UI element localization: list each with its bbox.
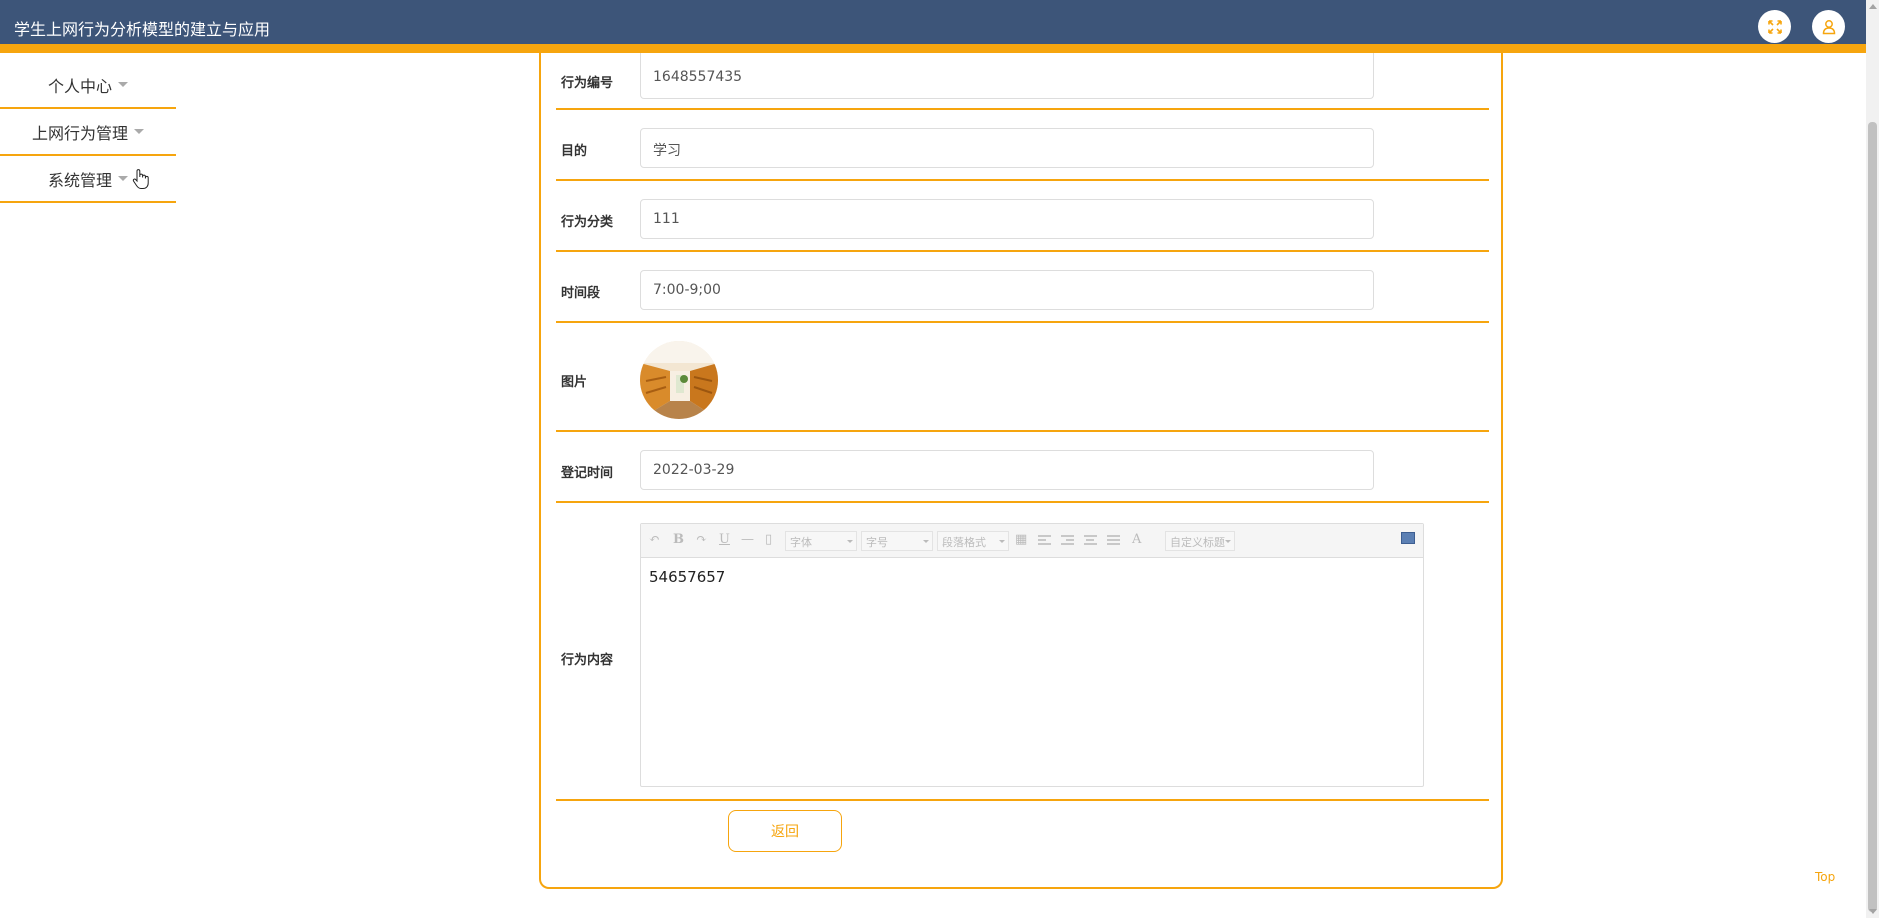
caret-down-icon: [118, 176, 128, 181]
horizontal-rule-icon[interactable]: —: [741, 532, 754, 547]
picture-label: 图片: [561, 375, 588, 390]
sidebar-item-label: 个人中心: [47, 76, 112, 96]
content-row: 行为内容 ↶ B ↷ U — ▯ 字体 字号 段落格式 ▦ A 自定义标题 54…: [556, 503, 1489, 801]
fullscreen-button[interactable]: [1758, 10, 1791, 43]
picture-row: 图片: [556, 323, 1489, 432]
page-icon[interactable]: ▯: [765, 532, 772, 547]
scroll-down-arrow-icon[interactable]: [1869, 909, 1877, 914]
redo-icon[interactable]: ↷: [696, 532, 707, 547]
user-menu-button[interactable]: [1812, 10, 1845, 43]
bold-icon[interactable]: B: [673, 532, 684, 547]
category-row: 行为分类 111: [556, 181, 1489, 252]
scroll-thumb[interactable]: [1868, 122, 1877, 912]
behavior-picture: [640, 341, 718, 419]
back-button[interactable]: 返回: [728, 810, 842, 852]
behavior-no-field[interactable]: 1648557435: [640, 53, 1374, 99]
register-time-label: 登记时间: [561, 466, 614, 481]
sidebar-item-label: 上网行为管理: [31, 123, 128, 143]
align-justify-icon[interactable]: [1107, 535, 1120, 545]
sidebar-item-personal-center[interactable]: 个人中心: [0, 62, 176, 109]
app-title: 学生上网行为分析模型的建立与应用: [14, 20, 271, 39]
editor-fullscreen-icon[interactable]: [1401, 532, 1415, 544]
content-label: 行为内容: [561, 653, 614, 668]
sidebar-item-behavior-management[interactable]: 上网行为管理: [0, 109, 176, 156]
purpose-row: 目的 学习: [556, 110, 1489, 181]
undo-icon[interactable]: ↶: [649, 532, 660, 547]
category-field[interactable]: 111: [640, 199, 1374, 239]
caret-down-icon: [134, 129, 144, 134]
caret-down-icon: [118, 82, 128, 87]
font-color-icon[interactable]: A: [1132, 532, 1141, 547]
time-period-label: 时间段: [561, 286, 601, 301]
font-size-select[interactable]: 字号: [861, 531, 933, 551]
category-label: 行为分类: [561, 215, 614, 230]
fullscreen-icon: [1767, 19, 1782, 34]
editor-content[interactable]: 54657657: [641, 558, 1423, 596]
paragraph-format-select[interactable]: 段落格式: [937, 531, 1009, 551]
sidebar-item-label: 系统管理: [47, 170, 112, 190]
rich-text-editor[interactable]: ↶ B ↷ U — ▯ 字体 字号 段落格式 ▦ A 自定义标题 5465765…: [640, 523, 1424, 787]
behavior-no-row: 行为编号 1648557435: [556, 53, 1489, 110]
table-icon[interactable]: ▦: [1015, 532, 1027, 547]
purpose-label: 目的: [561, 144, 588, 159]
picture-thumbnail: [640, 341, 718, 419]
purpose-field[interactable]: 学习: [640, 128, 1374, 168]
underline-icon[interactable]: U: [719, 532, 730, 547]
detail-panel: 行为编号 1648557435 目的 学习 行为分类 111 时间段 7:00-…: [539, 53, 1503, 889]
back-to-top-link[interactable]: Top: [1815, 870, 1835, 884]
editor-toolbar: ↶ B ↷ U — ▯ 字体 字号 段落格式 ▦ A 自定义标题: [641, 524, 1423, 558]
align-center-icon[interactable]: [1084, 535, 1097, 545]
font-family-select[interactable]: 字体: [785, 531, 857, 551]
user-icon: [1822, 19, 1835, 34]
align-left-icon[interactable]: [1038, 535, 1051, 545]
register-time-row: 登记时间 2022-03-29: [556, 432, 1489, 503]
custom-title-select[interactable]: 自定义标题: [1165, 531, 1235, 551]
time-period-row: 时间段 7:00-9;00: [556, 252, 1489, 323]
hand-cursor-icon: [132, 169, 149, 189]
scrollbar[interactable]: [1866, 0, 1879, 918]
align-right-icon[interactable]: [1061, 535, 1074, 545]
time-period-field[interactable]: 7:00-9;00: [640, 270, 1374, 310]
top-header: 学生上网行为分析模型的建立与应用: [0, 0, 1866, 53]
register-time-field[interactable]: 2022-03-29: [640, 450, 1374, 490]
scroll-up-arrow-icon[interactable]: [1869, 4, 1877, 9]
behavior-no-label: 行为编号: [561, 76, 614, 91]
